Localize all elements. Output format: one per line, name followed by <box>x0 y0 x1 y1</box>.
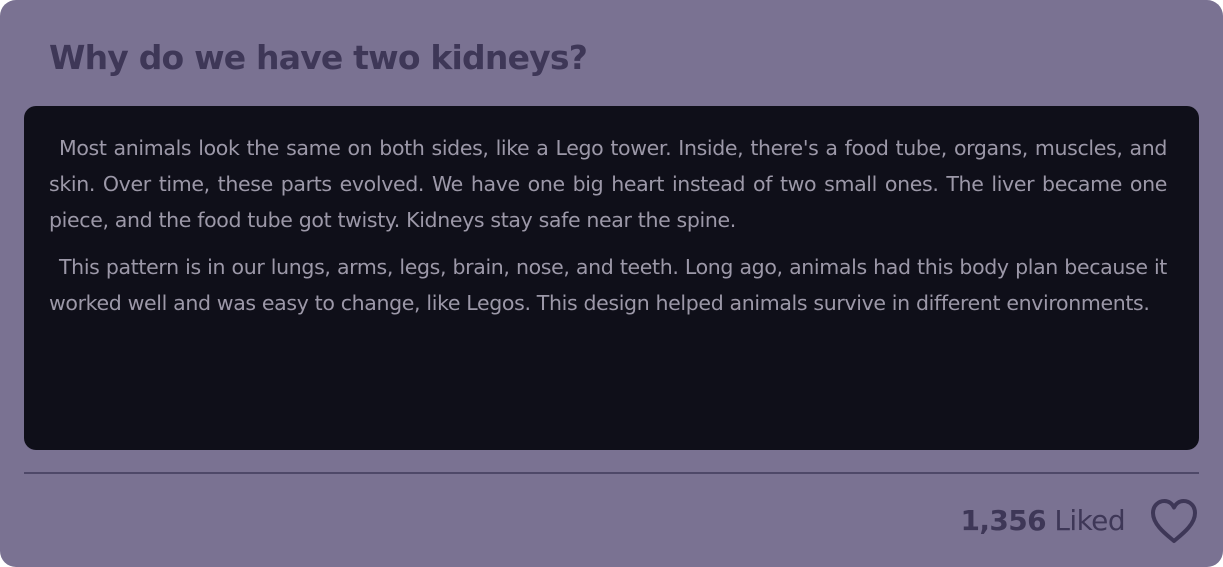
like-count: 1,356 <box>960 504 1047 537</box>
answer-box: Most animals look the same on both sides… <box>24 106 1199 450</box>
question-card: Why do we have two kidneys? Most animals… <box>0 0 1223 567</box>
heart-outline-icon <box>1151 499 1197 543</box>
like-label: Liked <box>1054 504 1125 537</box>
like-summary: 1,356 Liked <box>961 501 1126 541</box>
question-title: Why do we have two kidneys? <box>49 38 588 77</box>
answer-paragraph: Most animals look the same on both sides… <box>49 136 1167 232</box>
answer-paragraph: This pattern is in our lungs, arms, legs… <box>49 255 1167 315</box>
divider <box>24 472 1199 474</box>
like-button[interactable] <box>1147 496 1201 546</box>
